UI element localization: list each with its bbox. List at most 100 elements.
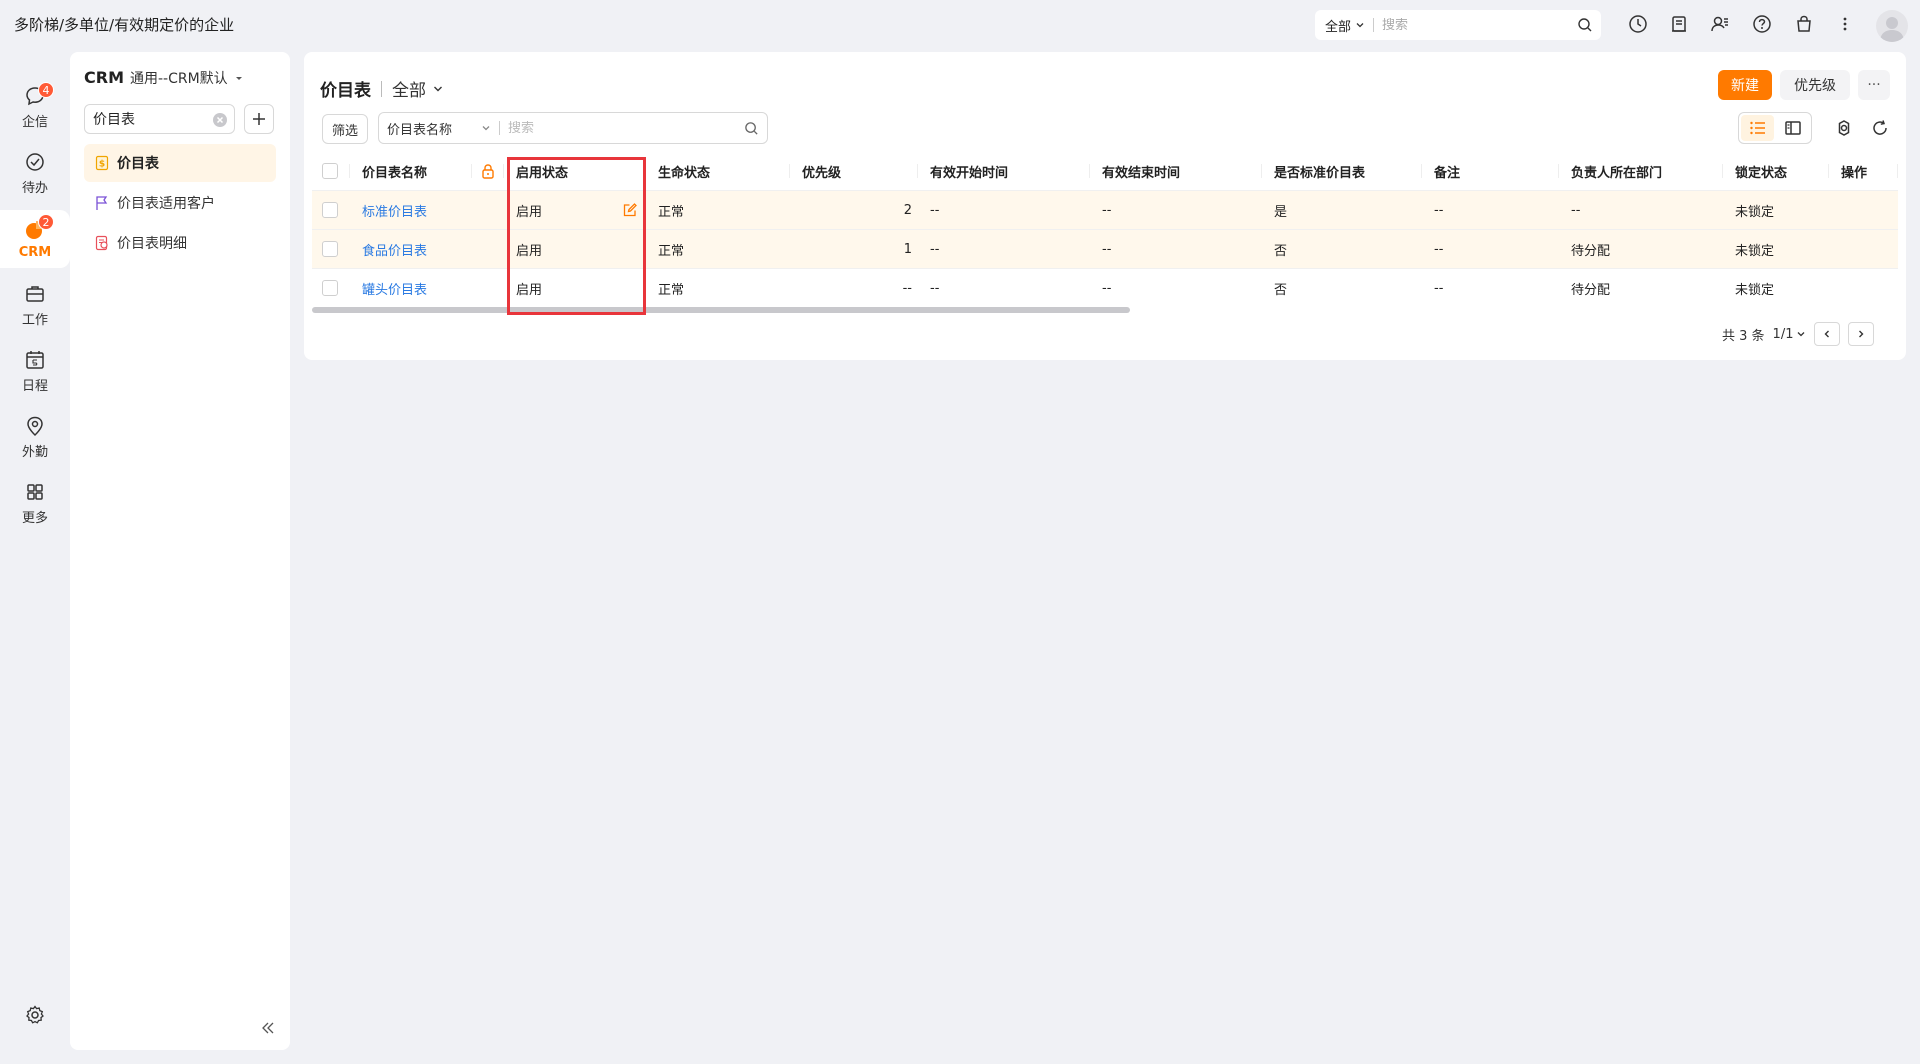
module-selector[interactable]: CRM 通用--CRM默认 [84, 68, 244, 88]
rail-item-more[interactable]: 更多 [0, 474, 70, 532]
lock-cell [472, 269, 504, 307]
sidebar-search-input[interactable] [93, 111, 203, 127]
start-time-cell: -- [930, 202, 940, 218]
row-checkbox[interactable] [322, 241, 338, 257]
lock-status-cell: 未锁定 [1735, 282, 1775, 298]
page-selector[interactable]: 1/1 [1773, 327, 1807, 342]
rail-item-crm[interactable]: CRM 2 [0, 210, 70, 268]
rail-item-calendar[interactable]: 日程 [0, 342, 70, 400]
add-menu-button[interactable] [244, 104, 274, 134]
next-page-button[interactable] [1848, 322, 1875, 346]
price-list-name-link[interactable]: 标准价目表 [350, 191, 472, 229]
remark-cell: -- [1434, 280, 1444, 296]
filter-button[interactable]: 筛选 [322, 114, 368, 144]
start-time-cell: -- [930, 280, 940, 296]
page-header: 价目表 全部 [320, 76, 444, 101]
contacts-icon[interactable] [1709, 13, 1731, 35]
header-life[interactable]: 生命状态 [646, 152, 790, 190]
more-vertical-icon[interactable] [1834, 13, 1856, 35]
department-cell: 待分配 [1571, 243, 1611, 259]
price-list-name-link[interactable]: 罐头价目表 [350, 269, 472, 307]
shopping-bag-icon[interactable] [1793, 13, 1815, 35]
header-end-time[interactable]: 有效结束时间 [1090, 152, 1262, 190]
rail-label: CRM [18, 244, 52, 260]
header-department[interactable]: 负责人所在部门 [1559, 152, 1723, 190]
header-status[interactable]: 启用状态 [504, 152, 646, 190]
header-lock [472, 152, 504, 190]
chevron-left-icon [1824, 330, 1830, 338]
user-avatar[interactable] [1876, 10, 1908, 42]
header-remark[interactable]: 备注 [1422, 152, 1559, 190]
page-indicator: 1/1 [1772, 326, 1794, 342]
header-priority[interactable]: 优先级 [790, 152, 918, 190]
scrollbar-thumb[interactable] [312, 307, 1130, 313]
table-row[interactable]: 标准价目表 启用 正常 2 -- -- 是 -- -- 未锁定 [312, 190, 1898, 229]
header-lock-status[interactable]: 锁定状态 [1723, 152, 1829, 190]
caret-down-icon [235, 77, 242, 80]
edit-icon[interactable] [622, 202, 638, 218]
rail-item-todo[interactable]: 待办 [0, 144, 70, 202]
settings-gear-icon[interactable] [24, 1004, 46, 1030]
select-all-cell [312, 152, 350, 190]
search-scope-dropdown[interactable]: 全部 [1315, 16, 1365, 35]
search-scope-label: 全部 [1325, 19, 1352, 35]
sidebar-item-price-list-details[interactable]: 价目表明细 [84, 224, 276, 262]
prev-page-button[interactable] [1814, 322, 1841, 346]
clock-icon[interactable] [1627, 13, 1649, 35]
svg-text:$: $ [99, 160, 105, 170]
row-checkbox[interactable] [322, 280, 338, 296]
sidebar-item-label: 价目表 [117, 156, 159, 172]
collapse-sidebar-icon[interactable] [260, 1020, 276, 1040]
price-tag-doc-icon: $ [95, 155, 109, 171]
rail-label: 日程 [21, 378, 48, 394]
header-name[interactable]: 价目表名称 [350, 152, 472, 190]
price-list-name-link[interactable]: 食品价目表 [350, 230, 472, 268]
sidebar-search [84, 104, 235, 134]
new-button[interactable]: 新建 [1718, 70, 1772, 100]
global-search-input[interactable] [1382, 17, 1601, 33]
list-view-button[interactable] [1741, 115, 1774, 141]
horizontal-scrollbar[interactable] [312, 306, 1898, 314]
priority-button[interactable]: 优先级 [1780, 70, 1850, 100]
row-select-cell [312, 230, 350, 268]
start-time-cell: -- [930, 241, 940, 257]
header-start-time[interactable]: 有效开始时间 [918, 152, 1090, 190]
row-select-cell [312, 191, 350, 229]
table-row[interactable]: 食品价目表 启用 正常 1 -- -- 否 -- 待分配 未锁定 [312, 229, 1898, 268]
clear-icon[interactable] [212, 112, 228, 128]
header-is-standard[interactable]: 是否标准价目表 [1262, 152, 1422, 190]
refresh-icon[interactable] [1870, 118, 1890, 138]
rail-item-field[interactable]: 外勤 [0, 408, 70, 466]
sidebar-item-price-list[interactable]: $ 价目表 [84, 144, 276, 182]
status-value: 启用 [516, 282, 543, 298]
list-search-input[interactable] [500, 120, 767, 136]
search-field-selector[interactable]: 价目表名称 [379, 119, 499, 138]
row-checkbox[interactable] [322, 202, 338, 218]
split-view-icon [1784, 121, 1801, 135]
list-panel: 价目表 全部 新建 优先级 ··· 筛选 价目表名称 价目表名 [304, 52, 1906, 360]
split-view-button[interactable] [1776, 115, 1809, 141]
table-row[interactable]: 罐头价目表 启用 正常 -- -- -- 否 -- 待分配 未锁定 [312, 268, 1898, 307]
department-cell: -- [1571, 202, 1581, 218]
rail-label: 外勤 [21, 444, 48, 460]
notebook-icon[interactable] [1668, 13, 1690, 35]
search-icon[interactable] [1577, 17, 1593, 33]
calendar-icon [26, 350, 44, 369]
select-all-checkbox[interactable] [322, 163, 338, 179]
view-toggle [1738, 112, 1812, 144]
rail-item-work[interactable]: 工作 [0, 276, 70, 334]
plus-icon [253, 113, 265, 125]
search-icon[interactable] [744, 121, 759, 136]
check-circle-icon [26, 152, 44, 171]
status-value: 启用 [516, 204, 543, 220]
scope-selector[interactable]: 全部 [392, 76, 444, 101]
scope-label: 全部 [392, 81, 426, 101]
module-title: CRM [84, 68, 124, 87]
price-list-table: 价目表名称 启用状态 生命状态 优先级 有效开始时间 有效结束时间 是否标准价目… [312, 152, 1898, 307]
sidebar-item-price-list-customers[interactable]: 价目表适用客户 [84, 184, 276, 222]
help-icon[interactable] [1751, 13, 1773, 35]
rail-item-messages[interactable]: 企信 4 [0, 78, 70, 136]
more-actions-button[interactable]: ··· [1858, 70, 1890, 100]
search-divider [1373, 18, 1375, 32]
settings-icon[interactable] [1834, 118, 1854, 138]
